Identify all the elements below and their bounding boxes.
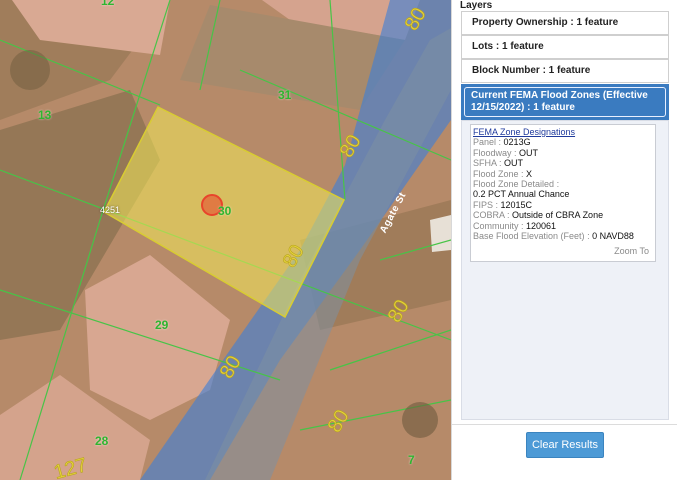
layer-item-fema-flood-zones[interactable]: Current FEMA Flood Zones (Effective 12/1… (461, 84, 669, 120)
map-canvas[interactable] (0, 0, 451, 480)
panel-divider (452, 424, 677, 425)
results-panel: Layers Property Ownership : 1 feature Lo… (451, 0, 677, 480)
map-view[interactable]: 12 13 31 30 29 28 7 4251 Agate St 80 80 … (0, 0, 451, 480)
lot-number-12: 12 (101, 0, 115, 8)
layer-item-label: Property Ownership : 1 feature (472, 17, 619, 28)
attribute-row: 0.2 PCT Annual Chance (473, 189, 570, 200)
attribute-row: COBRA : Outside of CBRA Zone (473, 210, 604, 221)
lot-number-13: 13 (38, 108, 52, 122)
layer-item-label: Block Number : 1 feature (472, 65, 591, 76)
lot-number-31: 31 (278, 88, 292, 102)
attribute-row: SFHA : OUT (473, 158, 524, 169)
attribute-row: FIPS : 12015C (473, 199, 533, 210)
clear-results-button[interactable]: Clear Results (526, 432, 604, 458)
active-layer-label-line1: Current FEMA Flood Zones (Effective (471, 90, 648, 101)
lot-number-30: 30 (218, 204, 232, 218)
attribute-row: Community : 120061 (473, 220, 557, 231)
active-layer-frame: Current FEMA Flood Zones (Effective 12/1… (464, 87, 666, 117)
active-layer-label-line2: 12/15/2022) : 1 feature (471, 102, 575, 113)
attribute-row: Panel : 0213G (473, 137, 531, 148)
attribute-row: Flood Zone : X (473, 168, 533, 179)
panel-heading: Layers (460, 0, 493, 11)
layer-item-block-number[interactable]: Block Number : 1 feature (461, 59, 669, 83)
tree (402, 402, 438, 438)
layer-item-lots[interactable]: Lots : 1 feature (461, 35, 669, 59)
lot-number-29: 29 (155, 318, 169, 332)
layer-item-property-ownership[interactable]: Property Ownership : 1 feature (461, 11, 669, 35)
lot-number-28: 28 (95, 434, 109, 448)
attribute-row: Base Flood Elevation (Feet) : 0 NAVD88 (473, 231, 634, 242)
attribute-row: Flood Zone Detailed : (473, 179, 560, 190)
zoom-to-link[interactable]: Zoom To (614, 246, 649, 256)
attribute-row: Floodway : OUT (473, 147, 539, 158)
feature-detail-card: FEMA Zone Designations Panel : 0213G Flo… (470, 124, 656, 262)
lot-number-7: 7 (408, 453, 415, 467)
layer-item-label: Lots : 1 feature (472, 41, 544, 52)
fema-zone-designations-link[interactable]: FEMA Zone Designations (473, 127, 575, 137)
house-roof (430, 215, 451, 252)
tree (10, 50, 50, 90)
address-label: 4251 (100, 205, 121, 215)
